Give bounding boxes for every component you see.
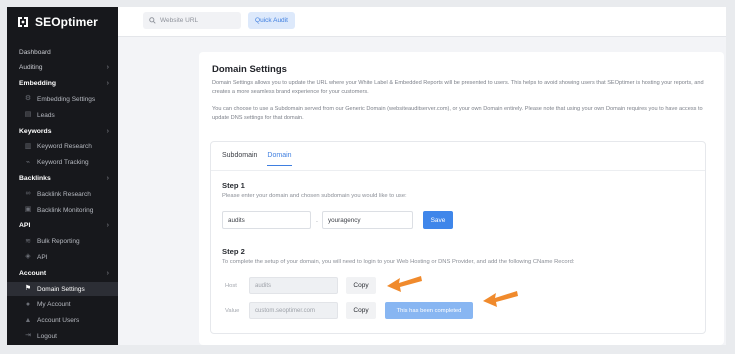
sidebar-item-label: Account Users	[37, 317, 80, 325]
sidebar-item-backlinks[interactable]: Backlinks ›	[7, 171, 118, 185]
sidebar-item-api[interactable]: API ›	[7, 219, 118, 233]
sidebar-item-label: Domain Settings	[37, 285, 85, 293]
save-button[interactable]: Save	[423, 211, 453, 229]
step1-description: Please enter your domain and chosen subd…	[222, 193, 407, 199]
sidebar-item-account[interactable]: Account ›	[7, 266, 118, 280]
sidebar-item-label: Logout	[37, 332, 57, 340]
annotation-arrow-completed-icon	[483, 291, 518, 307]
value-field[interactable]: custom.seoptimer.com	[249, 302, 338, 319]
separator-dot: .	[316, 217, 318, 224]
host-label: Host	[225, 283, 237, 289]
sidebar-item-api[interactable]: ◈ API	[7, 250, 118, 264]
chevron-right-icon: ›	[106, 64, 109, 72]
leads-icon: ▤	[24, 111, 32, 119]
tab-divider	[211, 170, 705, 171]
sidebar-item-domain-settings[interactable]: ⚑ Domain Settings	[7, 282, 118, 296]
completed-button[interactable]: This has been completed	[385, 302, 473, 319]
topbar: Website URL Quick Audit	[118, 7, 726, 37]
sidebar-item-label: Auditing	[19, 64, 43, 72]
domain-icon: ⚑	[24, 285, 32, 292]
chevron-right-icon: ›	[106, 174, 109, 182]
user-icon: ●	[25, 300, 31, 308]
sidebar-item-label: API	[37, 253, 48, 261]
tab-bar: Subdomain Domain	[222, 152, 292, 166]
seoptimer-logo-icon	[18, 17, 28, 27]
sidebar-item-bulk-reporting[interactable]: ≋ Bulk Reporting	[7, 235, 118, 249]
app-frame: SEOptimer Dashboard Auditing › Embedding › ⚙ E…	[7, 7, 726, 345]
quick-audit-button[interactable]: Quick Audit	[248, 12, 295, 29]
logo-text: SEOptimer	[35, 15, 98, 29]
value-label: Value	[225, 308, 240, 314]
reporting-icon: ≋	[25, 237, 31, 245]
sidebar-item-label: Keyword Research	[37, 143, 92, 151]
step2-title: Step 2	[222, 247, 245, 256]
host-field[interactable]: audits	[249, 277, 338, 294]
website-url-placeholder: Website URL	[160, 17, 199, 24]
sidebar-item-logout[interactable]: ⇥ Logout	[7, 329, 118, 343]
chevron-right-icon: ›	[106, 80, 109, 88]
sidebar-item-embedding-settings[interactable]: ⚙ Embedding Settings	[7, 92, 118, 106]
sidebar-item-auditing[interactable]: Auditing ›	[7, 61, 118, 75]
logout-icon: ⇥	[25, 332, 31, 340]
sidebar-item-keyword-tracking[interactable]: ⌁ Keyword Tracking	[7, 156, 118, 170]
domain-input[interactable]: youragency	[322, 211, 413, 229]
sidebar-item-label: API	[19, 222, 31, 230]
chevron-right-icon: ›	[106, 222, 109, 230]
sidebar-item-label: Embedding Settings	[37, 95, 96, 103]
copy-host-button[interactable]: Copy	[346, 277, 376, 294]
search-icon	[149, 17, 156, 24]
website-url-input[interactable]: Website URL	[143, 12, 241, 29]
sidebar-item-label: Bulk Reporting	[37, 238, 80, 246]
sidebar-item-backlink-monitoring[interactable]: ▣ Backlink Monitoring	[7, 203, 118, 217]
sidebar-item-label: Account	[19, 269, 47, 277]
sidebar-item-label: Dashboard	[19, 48, 51, 56]
users-icon: ▲	[24, 316, 32, 324]
sidebar-item-label: Backlink Research	[37, 190, 91, 198]
copy-value-button[interactable]: Copy	[346, 302, 376, 319]
sidebar-item-label: Backlink Monitoring	[37, 206, 94, 214]
bars-icon: ▥	[24, 142, 32, 150]
sidebar-item-label: My Account	[37, 301, 71, 309]
sidebar-item-keywords[interactable]: Keywords ›	[7, 124, 118, 138]
monitor-icon: ▣	[24, 206, 32, 213]
sidebar-item-label: Leads	[37, 111, 55, 119]
sidebar-item-keyword-research[interactable]: ▥ Keyword Research	[7, 140, 118, 154]
sidebar-item-label: Keywords	[19, 127, 52, 135]
sidebar-item-label: Embedding	[19, 80, 57, 88]
sidebar-item-my-account[interactable]: ● My Account	[7, 298, 118, 312]
step1-title: Step 1	[222, 181, 245, 190]
description-1: Domain Settings allows you to update the…	[212, 80, 704, 95]
sidebar: SEOptimer Dashboard Auditing › Embedding › ⚙ E…	[7, 7, 118, 345]
logo[interactable]: SEOptimer	[15, 15, 98, 29]
domain-panel: Subdomain Domain Step 1 Please enter you…	[210, 141, 706, 334]
sidebar-item-label: Keyword Tracking	[37, 159, 89, 167]
sidebar-item-leads[interactable]: ▤ Leads	[7, 108, 118, 122]
sidebar-item-embedding[interactable]: Embedding ›	[7, 77, 118, 91]
step2-description: To complete the setup of your domain, yo…	[222, 259, 575, 265]
description-2: You can choose to use a Subdomain served…	[212, 106, 703, 121]
subdomain-input[interactable]: audits	[222, 211, 311, 229]
tracking-icon: ⌁	[25, 158, 31, 166]
domain-settings-card: Domain Settings Domain Settings allows y…	[199, 52, 724, 345]
sidebar-item-backlink-research[interactable]: ∞ Backlink Research	[7, 187, 118, 201]
tab-domain[interactable]: Domain	[267, 152, 292, 166]
link-icon: ∞	[25, 190, 31, 198]
annotation-arrow-copy-icon	[387, 276, 422, 292]
tab-subdomain[interactable]: Subdomain	[222, 152, 257, 166]
sidebar-item-label: Backlinks	[19, 174, 51, 182]
sidebar-item-account-users[interactable]: ▲ Account Users	[7, 314, 118, 328]
api-icon: ◈	[25, 253, 31, 261]
chevron-right-icon: ›	[106, 127, 109, 135]
gear-icon: ⚙	[24, 95, 32, 103]
sidebar-item-dashboard[interactable]: Dashboard	[7, 45, 118, 59]
page-title: Domain Settings	[212, 64, 287, 75]
chevron-right-icon: ›	[106, 269, 109, 277]
